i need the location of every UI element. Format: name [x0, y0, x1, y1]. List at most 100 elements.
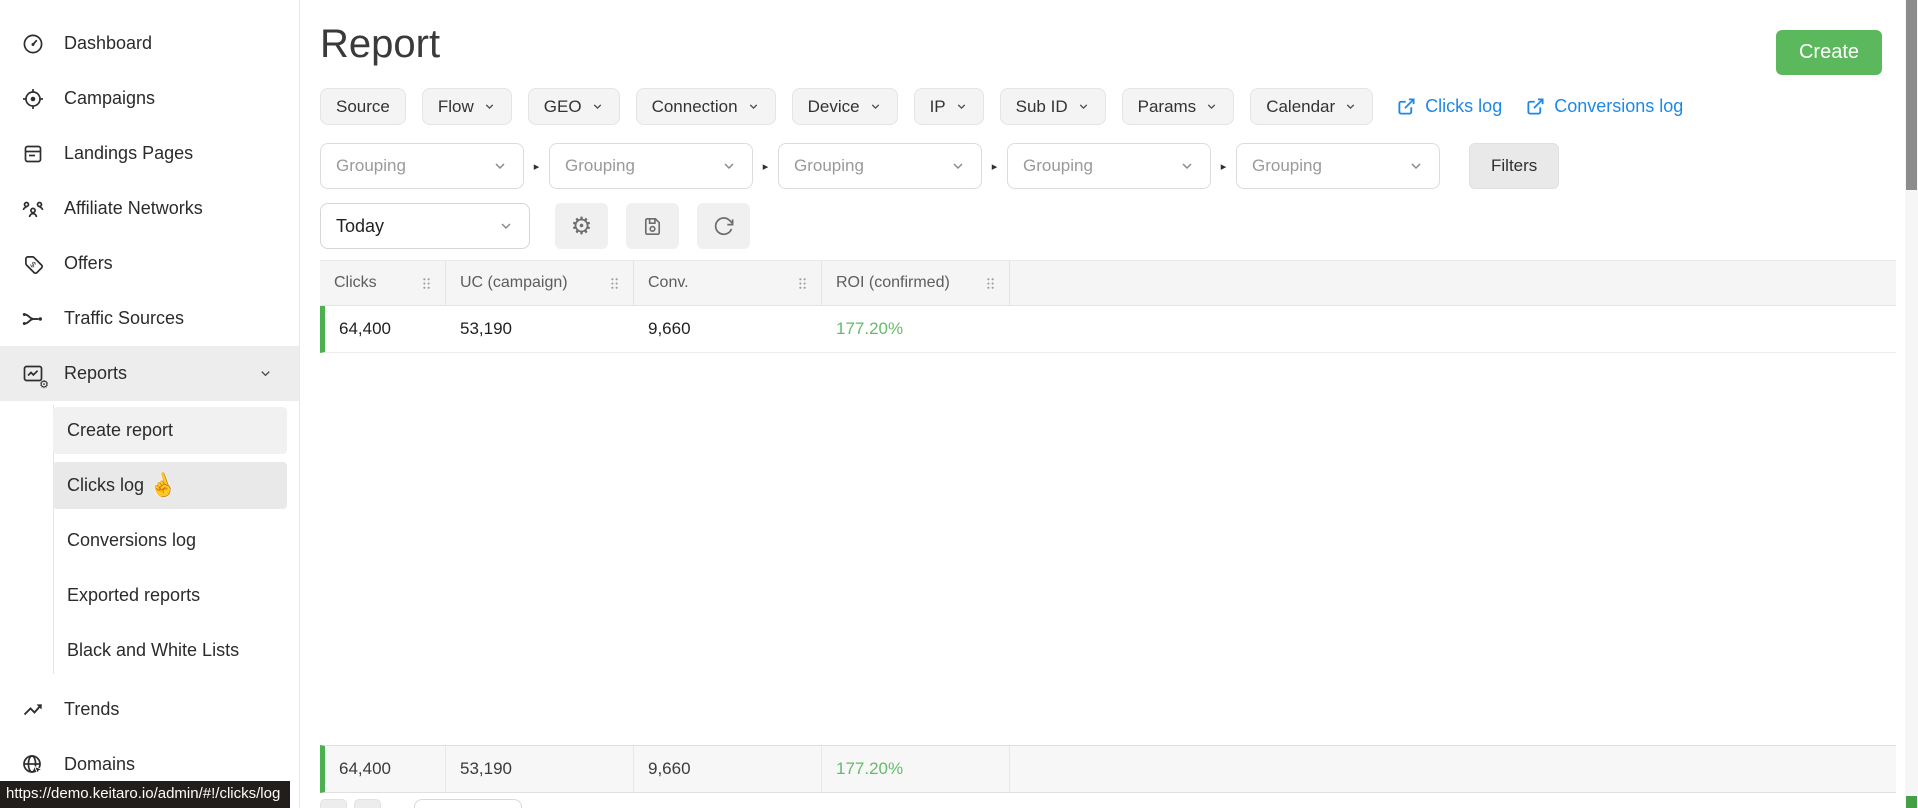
chevron-down-icon [871, 104, 879, 110]
chevron-down-icon [1346, 104, 1355, 110]
table-row[interactable]: 64,400 53,190 9,660 177.20% [320, 306, 1896, 353]
sidebar-item-label: Trends [64, 699, 120, 719]
dashboard-icon [23, 34, 43, 53]
triangle-separator-icon: ▸ [1220, 160, 1227, 173]
filter-chip-params[interactable]: Params [1121, 88, 1235, 125]
report-table: Clicks UC (campaign) Conv. ROI (confirme… [320, 260, 1896, 808]
traffic-sources-icon [22, 312, 42, 325]
rows-per-page-select[interactable] [414, 799, 522, 808]
sidebar-item-offers[interactable]: $ Offers [0, 236, 299, 291]
reports-gear-icon: ⚙ [39, 378, 49, 391]
submenu-item-exported-reports[interactable]: Exported reports [53, 572, 287, 619]
chevron-down-icon [1411, 163, 1421, 170]
report-settings-button[interactable]: ⚙ [555, 203, 608, 249]
column-header-roi-confirmed[interactable]: ROI (confirmed) [822, 261, 1010, 305]
sidebar-item-traffic-sources[interactable]: Traffic Sources [0, 291, 299, 346]
chip-label: Connection [651, 96, 738, 116]
refresh-report-button[interactable] [697, 203, 750, 249]
filter-chip-device[interactable]: Device [791, 88, 898, 125]
submenu-item-label: Create report [67, 420, 174, 440]
filter-chip-source[interactable]: Source [320, 88, 406, 125]
submenu-item-label: Conversions log [67, 530, 197, 550]
sidebar-item-affiliate-networks[interactable]: Affiliate Networks [0, 181, 299, 236]
grouping-placeholder: Grouping [336, 156, 406, 175]
refresh-icon [714, 216, 734, 235]
sidebar-item-campaigns[interactable]: Campaigns [0, 71, 299, 126]
column-label: ROI (confirmed) [836, 274, 950, 291]
status-url-bar: https://demo.keitaro.io/admin/#!/clicks/… [0, 781, 291, 808]
filter-chip-calendar[interactable]: Calendar [1250, 88, 1374, 125]
main-content: Report Create Source Flow GEO Connection… [300, 0, 1918, 808]
page-title: Report [320, 22, 441, 66]
grouping-select-3[interactable]: Grouping [778, 143, 982, 189]
grouping-row: Grouping ▸ Grouping ▸ Grouping ▸ Groupin… [320, 143, 1896, 189]
chip-label: Device [807, 96, 860, 116]
chevron-down-icon [485, 104, 493, 110]
drag-handle-icon[interactable] [418, 275, 435, 292]
chevron-down-icon [724, 163, 734, 170]
sidebar-item-trends[interactable]: Trends [0, 682, 299, 737]
sidebar-item-label: Traffic Sources [64, 308, 185, 328]
submenu-item-conversions-log[interactable]: Conversions log [53, 517, 287, 564]
grouping-placeholder: Grouping [1252, 156, 1322, 175]
filter-chip-flow[interactable]: Flow [421, 88, 512, 125]
chevron-down-icon [258, 366, 273, 381]
create-button[interactable]: Create [1775, 30, 1882, 75]
pagination-row [320, 799, 1896, 808]
chip-label: Flow [437, 96, 474, 116]
filter-chip-geo[interactable]: GEO [527, 88, 620, 125]
column-header-clicks[interactable]: Clicks [320, 261, 446, 305]
affiliate-networks-icon [22, 201, 44, 217]
vertical-scrollbar[interactable] [1905, 0, 1918, 808]
grouping-select-5[interactable]: Grouping [1236, 143, 1440, 189]
scrollbar-green-mark [1906, 796, 1917, 808]
chip-label: GEO [543, 96, 582, 116]
chevron-down-icon [1182, 163, 1192, 170]
table-totals-row: 64,400 53,190 9,660 177.20% [320, 745, 1896, 793]
grouping-select-2[interactable]: Grouping [549, 143, 753, 189]
pagination-next-button[interactable] [354, 799, 381, 808]
submenu-item-clicks-log[interactable]: Clicks log ☝ [53, 462, 287, 509]
sidebar-item-dashboard[interactable]: Dashboard [0, 16, 299, 71]
scrollbar-thumb[interactable] [1906, 0, 1917, 190]
pagination-prev-button[interactable] [320, 799, 347, 808]
sidebar-item-label: Offers [64, 253, 113, 273]
column-label: UC (campaign) [460, 274, 568, 291]
hand-cursor-icon: ☝ [145, 469, 180, 502]
totals-roi-confirmed: 177.20% [822, 746, 1010, 792]
cell-clicks: 64,400 [339, 319, 391, 338]
filter-chip-sub-id[interactable]: Sub ID [999, 88, 1106, 125]
conversions-log-link[interactable]: Conversions log [1526, 96, 1683, 117]
grouping-select-1[interactable]: Grouping [320, 143, 524, 189]
column-header-uc-campaign[interactable]: UC (campaign) [446, 261, 634, 305]
filters-button[interactable]: Filters [1469, 143, 1560, 189]
drag-handle-icon[interactable] [794, 275, 811, 292]
drag-handle-icon[interactable] [982, 275, 999, 292]
filter-chip-ip[interactable]: IP [913, 88, 984, 125]
sidebar-item-landings-pages[interactable]: Landings Pages [0, 126, 299, 181]
campaigns-icon [23, 88, 43, 109]
filter-chip-connection[interactable]: Connection [635, 88, 776, 125]
submenu-item-black-white-lists[interactable]: Black and White Lists [53, 627, 287, 674]
table-empty-area [320, 353, 1896, 745]
sidebar-item-reports[interactable]: ⚙ Reports [0, 346, 299, 401]
grouping-select-4[interactable]: Grouping [1007, 143, 1211, 189]
totals-uc-campaign: 53,190 [446, 746, 634, 792]
chevron-down-icon [1207, 104, 1216, 110]
save-report-button[interactable] [626, 203, 679, 249]
chevron-down-icon [957, 104, 965, 110]
date-range-select[interactable]: Today [320, 203, 530, 249]
cell-roi-confirmed: 177.20% [836, 319, 904, 338]
column-header-conv[interactable]: Conv. [634, 261, 822, 305]
clicks-log-link[interactable]: Clicks log [1397, 96, 1502, 117]
sidebar-item-label: Reports [64, 363, 128, 383]
chip-label: Sub ID [1015, 96, 1068, 116]
column-label: Clicks [334, 274, 377, 291]
chip-label: Calendar [1266, 96, 1336, 116]
sidebar-item-label: Affiliate Networks [64, 198, 203, 218]
chevron-down-icon [501, 223, 511, 230]
submenu-item-create-report[interactable]: Create report [53, 407, 287, 454]
filter-chips-row: Source Flow GEO Connection Device IP Sub… [320, 88, 1896, 125]
drag-handle-icon[interactable] [606, 275, 623, 292]
sidebar: Dashboard Campaigns Landings Pages Affil… [0, 0, 300, 808]
